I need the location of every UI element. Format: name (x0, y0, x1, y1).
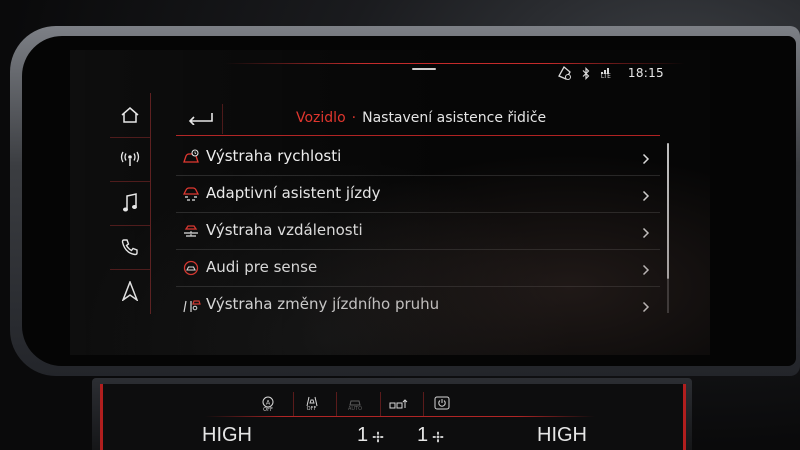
sidebar-item-navigation[interactable] (110, 269, 150, 313)
list-item-label: Výstraha změny jízdního pruhu (206, 295, 440, 313)
svg-text:A: A (266, 399, 271, 406)
lte-label: LTE (600, 72, 611, 80)
lte-signal-icon: LTE (600, 67, 612, 80)
back-button[interactable] (178, 104, 223, 134)
off-label-2: OFF (306, 406, 317, 412)
list-item-speed-warning[interactable]: Výstraha rychlosti (176, 139, 660, 176)
climate-button-row: A OFF OFF AUTO (250, 392, 460, 416)
clock: 18:15 (627, 66, 664, 80)
left-fan-level[interactable]: 1 (357, 424, 368, 447)
chevron-right-icon (642, 298, 650, 317)
list-item-pre-sense[interactable]: Audi pre sense (176, 250, 660, 287)
status-bar: LTE 18:15 (556, 65, 664, 81)
lane-change-icon (182, 297, 201, 313)
chevron-right-icon (642, 261, 650, 280)
radio-icon (119, 151, 141, 167)
distance-warning-icon (182, 223, 200, 239)
sidebar-item-phone[interactable] (110, 225, 150, 270)
music-note-icon (122, 193, 138, 213)
assist-warning-icon (556, 66, 572, 80)
right-fan-level[interactable]: 1 (417, 424, 428, 447)
list-item-label: Výstraha rychlosti (206, 147, 342, 165)
speed-warning-icon (182, 149, 200, 165)
chevron-right-icon (642, 224, 650, 243)
sidebar-item-media[interactable] (110, 181, 150, 226)
auto-hold-off-icon: A OFF (262, 396, 274, 413)
infotainment-screen: LTE 18:15 Vozidlo · Nastavení asistence … (70, 50, 710, 355)
power-button[interactable] (423, 392, 460, 416)
list-item-label: Adaptivní asistent jízdy (206, 184, 381, 202)
list-item-adaptive-assist[interactable]: Adaptivní asistent jízdy (176, 176, 660, 213)
back-arrow-icon (186, 110, 214, 129)
lane-assist-off-icon: OFF (305, 396, 319, 412)
header: Vozidlo · Nastavení asistence řidiče (176, 103, 660, 136)
list-item-label: Výstraha vzdálenosti (206, 221, 363, 239)
scrollbar-thumb[interactable] (667, 143, 669, 279)
lane-assist-off-button[interactable]: OFF (292, 392, 330, 416)
auto-hold-off-button[interactable]: A OFF (250, 392, 286, 416)
phone-icon (121, 238, 139, 256)
fan-icon (432, 428, 444, 447)
chevron-right-icon (642, 187, 650, 206)
status-pull-handle[interactable] (412, 68, 436, 70)
parking-aid-button[interactable]: AUTO (336, 392, 373, 416)
breadcrumb-separator: · (351, 110, 357, 126)
page-title: Vozidlo · Nastavení asistence řidiče (296, 110, 546, 126)
list-item-label: Audi pre sense (206, 258, 318, 276)
home-icon (120, 106, 140, 124)
bluetooth-icon (582, 66, 590, 80)
navigation-arrow-icon (122, 281, 138, 301)
status-line (225, 63, 685, 64)
scrollbar-track[interactable] (667, 279, 669, 313)
right-fan-speed[interactable]: HIGH (537, 424, 587, 447)
list-item-lane-change[interactable]: Výstraha změny jízdního pruhu (176, 287, 660, 323)
list-item-distance-warning[interactable]: Výstraha vzdálenosti (176, 213, 660, 250)
fan-icon (372, 428, 384, 447)
power-icon (434, 395, 450, 414)
drive-select-button[interactable] (379, 392, 417, 416)
chevron-right-icon (642, 150, 650, 169)
sidebar (110, 93, 151, 314)
auto-label: AUTO (347, 405, 363, 412)
page-title-text: Nastavení asistence řidiče (362, 110, 547, 126)
breadcrumb[interactable]: Vozidlo (296, 110, 346, 126)
drive-select-icon (389, 395, 409, 414)
parking-aid-icon: AUTO (348, 397, 362, 412)
left-fan-speed[interactable]: HIGH (202, 424, 252, 447)
sidebar-item-radio[interactable] (110, 137, 150, 182)
off-label: OFF (263, 406, 273, 413)
climate-divider (205, 416, 595, 417)
adaptive-assist-icon (182, 186, 200, 202)
pre-sense-icon (182, 260, 200, 276)
sidebar-item-home[interactable] (110, 93, 150, 138)
